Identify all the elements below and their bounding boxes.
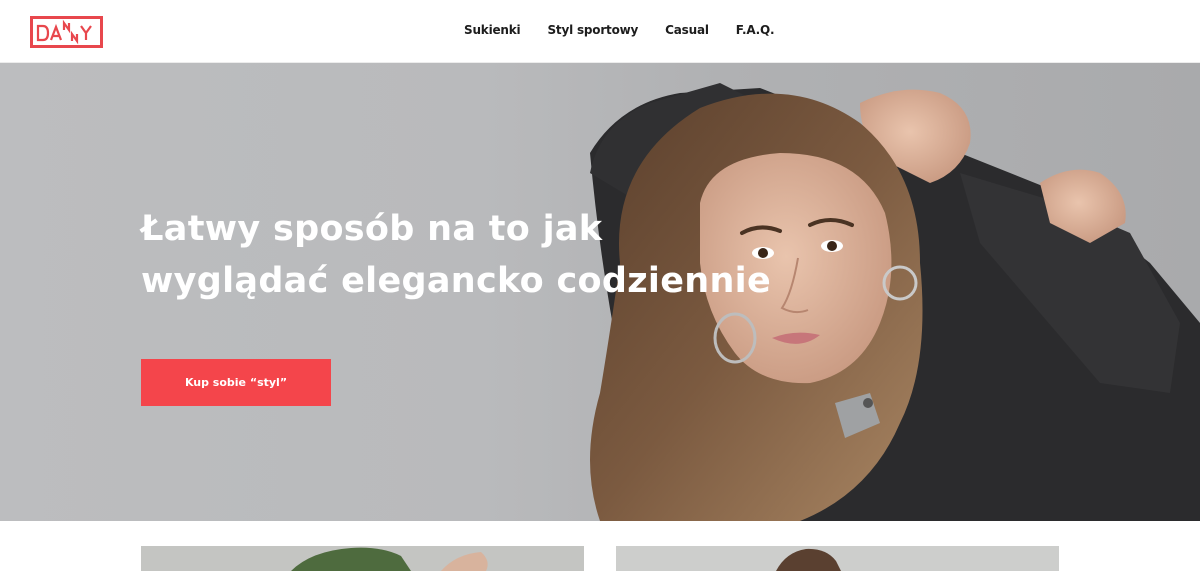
nav-item-faq[interactable]: F.A.Q. <box>736 23 775 37</box>
main-nav: Sukienki Styl sportowy Casual F.A.Q. <box>464 23 801 37</box>
nav-item-styl-sportowy[interactable]: Styl sportowy <box>547 23 638 37</box>
product-card-2[interactable] <box>616 546 1059 571</box>
product-card-1[interactable] <box>141 546 584 571</box>
logo[interactable] <box>30 16 103 48</box>
nav-item-sukienki[interactable]: Sukienki <box>464 23 521 37</box>
product-photo-green-jacket <box>141 546 584 571</box>
logo-icon <box>36 19 92 45</box>
hero-title-line-2: wyglądać elegancko codziennie <box>141 261 772 301</box>
hero-title: Łatwy sposób na to jak wyglądać eleganck… <box>141 203 772 307</box>
hero-title-line-1: Łatwy sposób na to jak <box>141 209 603 249</box>
hero-banner: Łatwy sposób na to jak wyglądać eleganck… <box>0 63 1200 521</box>
site-header: Sukienki Styl sportowy Casual F.A.Q. <box>0 0 1200 63</box>
product-photo-model <box>616 546 1059 571</box>
shop-style-button[interactable]: Kup sobie “styl” <box>141 359 331 406</box>
nav-item-casual[interactable]: Casual <box>665 23 709 37</box>
product-cards <box>0 521 1200 571</box>
